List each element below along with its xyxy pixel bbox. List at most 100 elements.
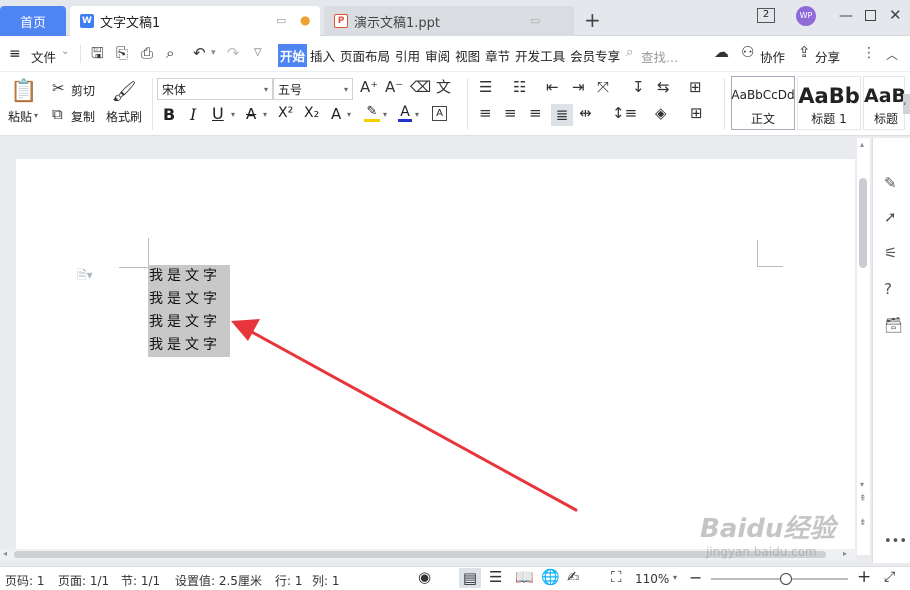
decrease-indent-icon[interactable]: ⇤	[546, 80, 559, 95]
borders-icon[interactable]: ⊞	[690, 106, 703, 121]
outline-view-icon[interactable]: ☰	[489, 570, 502, 585]
edit-pen-icon[interactable]: ✎	[884, 174, 897, 192]
align-right-icon[interactable]: ≡	[529, 106, 542, 121]
menu-item-1[interactable]: 插入	[308, 44, 337, 67]
subscript-icon[interactable]: X₂	[304, 105, 319, 121]
menu-item-3[interactable]: 引用	[393, 44, 422, 67]
chevron-down-icon[interactable]: ⌄	[61, 46, 69, 57]
avatar[interactable]: WP	[796, 6, 816, 26]
export-pdf-icon[interactable]: ⎘	[116, 46, 128, 61]
more-icon[interactable]: •••	[884, 534, 907, 549]
show-marks-icon[interactable]: ⊞	[689, 80, 702, 95]
decrease-font-icon[interactable]: A⁻	[385, 80, 403, 95]
monitor-icon[interactable]: ▭	[276, 14, 286, 27]
chevron-down-icon[interactable]: ▾	[415, 110, 419, 119]
help-icon[interactable]: ?	[884, 280, 892, 298]
italic-icon[interactable]: I	[190, 105, 196, 124]
zoom-slider[interactable]	[711, 573, 848, 585]
vertical-scroll-thumb[interactable]	[859, 178, 867, 268]
menu-item-6[interactable]: 章节	[483, 44, 512, 67]
numbered-list-icon[interactable]: ☷	[513, 80, 526, 95]
close-icon[interactable]: ✕	[889, 6, 902, 24]
highlight-icon[interactable]: ✎	[364, 104, 380, 122]
increase-font-icon[interactable]: A⁺	[360, 80, 378, 95]
zoom-in-icon[interactable]: +	[857, 567, 871, 587]
character-border-icon[interactable]: A	[432, 106, 447, 121]
new-tab-plus-icon[interactable]: +	[584, 8, 601, 32]
cut-icon[interactable]: ✂	[52, 81, 65, 96]
distributed-icon[interactable]: ⇹	[579, 106, 592, 121]
copy-icon[interactable]: ⧉	[52, 107, 63, 122]
justify-icon[interactable]: ≣	[551, 104, 573, 126]
file-menu[interactable]: 文件	[31, 47, 56, 66]
menu-item-2[interactable]: 页面布局	[338, 44, 392, 67]
menu-item-4[interactable]: 审阅	[423, 44, 452, 67]
print-icon[interactable]: ⎙	[141, 46, 153, 61]
line-spacing-icon[interactable]: ↕≡	[612, 106, 637, 121]
menu-item-7[interactable]: 开发工具	[513, 44, 567, 67]
reading-view-icon[interactable]: 📖	[515, 570, 534, 585]
undo-dropdown-icon[interactable]: ▾	[211, 48, 216, 58]
share-button[interactable]: 分享	[815, 47, 840, 66]
maximize-icon[interactable]	[865, 10, 876, 21]
menu-item-5[interactable]: 视图	[453, 44, 482, 67]
search-icon[interactable]: ⌕	[626, 45, 633, 60]
chevron-down-icon[interactable]: ▾	[231, 110, 235, 119]
styles-scroll-right-icon[interactable]: ›	[903, 94, 910, 114]
zoom-out-icon[interactable]: −	[689, 568, 702, 587]
tab-presentation[interactable]: P 演示文稿1.ppt ▭	[324, 6, 574, 36]
sort-icon[interactable]: ⇆	[657, 80, 670, 95]
text-direction-icon[interactable]: ↧	[632, 80, 645, 95]
underline-icon[interactable]: U	[212, 104, 224, 123]
minimize-icon[interactable]: —	[839, 8, 853, 24]
font-name-select[interactable]: 宋体 ▾	[157, 78, 273, 100]
settings-sliders-icon[interactable]: ⚟	[884, 244, 897, 262]
menu-item-0[interactable]: 开始	[278, 44, 308, 67]
window-count-badge[interactable]: 2	[757, 8, 775, 23]
tab-home[interactable]: 首页	[0, 6, 66, 36]
scroll-up-icon[interactable]: ▴	[860, 140, 864, 149]
format-painter-icon[interactable]: 🖌	[111, 78, 136, 104]
font-color-icon[interactable]: A	[398, 104, 412, 122]
chevron-down-icon[interactable]: ▾	[347, 110, 351, 119]
share-icon[interactable]: ⇪	[798, 45, 811, 60]
fit-page-icon[interactable]: ⛶	[611, 570, 622, 585]
style-heading[interactable]: AaBl 标题	[863, 76, 905, 130]
collaborate-icon[interactable]: ⚇	[741, 45, 754, 60]
zoom-slider-thumb[interactable]	[780, 573, 793, 585]
page-view-icon[interactable]: ▤	[459, 568, 481, 588]
web-view-icon[interactable]: 🌐	[541, 570, 560, 585]
bullet-list-icon[interactable]: ☰	[479, 80, 492, 95]
redo-icon[interactable]: ↷	[227, 46, 240, 61]
text-effect-icon[interactable]: A	[331, 105, 341, 123]
superscript-icon[interactable]: X²	[278, 105, 293, 121]
shading-icon[interactable]: ◈	[655, 106, 667, 121]
save-icon[interactable]: 🖫	[91, 46, 104, 61]
chinese-layout-icon[interactable]: ⤧	[597, 80, 609, 95]
tab-document[interactable]: W 文字文稿1 ▭ ●	[70, 6, 320, 36]
phonetic-guide-icon[interactable]: 文	[436, 80, 451, 95]
write-view-icon[interactable]: ✍	[567, 570, 580, 585]
more-quick-icon[interactable]: ▽	[254, 47, 262, 58]
cloud-sync-icon[interactable]: ☁	[714, 45, 729, 60]
collaborate-button[interactable]: 协作	[760, 47, 785, 66]
collapse-ribbon-icon[interactable]: ︿	[886, 46, 898, 63]
vertical-scrollbar[interactable]: ▴ ▾ ⇞ ⇟	[857, 138, 870, 555]
paste-icon[interactable]: 📋	[10, 78, 38, 104]
clear-format-icon[interactable]: ⌫	[410, 80, 431, 95]
hamburger-icon[interactable]: ≡	[9, 46, 21, 62]
chevron-down-icon[interactable]: ▾	[263, 110, 267, 119]
chevron-down-icon[interactable]: ▾	[34, 111, 38, 120]
align-left-icon[interactable]: ≡	[479, 106, 492, 121]
undo-icon[interactable]: ↶	[193, 46, 206, 61]
style-normal[interactable]: AaBbCcDd 正文	[731, 76, 795, 130]
chevron-down-icon[interactable]: ▾	[673, 573, 677, 582]
prev-page-icon[interactable]: ⇞	[859, 494, 867, 504]
increase-indent-icon[interactable]: ⇥	[572, 80, 585, 95]
align-center-icon[interactable]: ≡	[504, 106, 517, 121]
monitor-icon[interactable]: ▭	[530, 14, 540, 27]
copy-button[interactable]: 复制	[71, 108, 95, 125]
search-input[interactable]: 查找...	[641, 47, 678, 66]
more-icon[interactable]: ⋮	[862, 45, 876, 61]
zoom-level[interactable]: 110%	[635, 572, 669, 586]
